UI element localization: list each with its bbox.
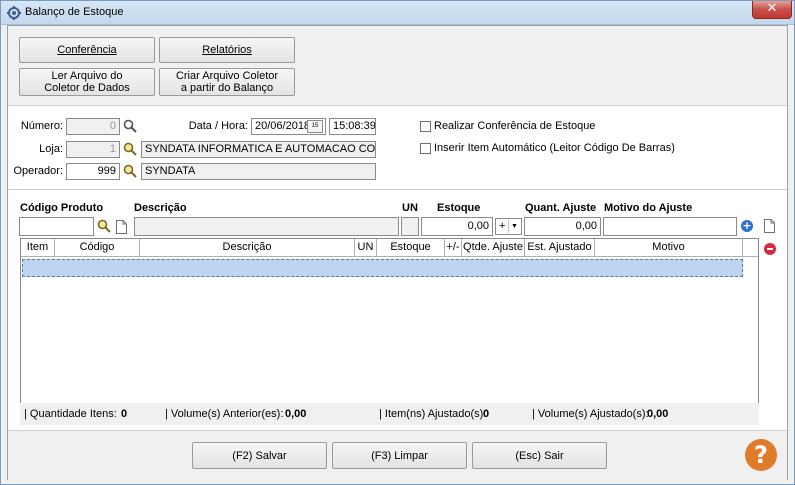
dropdown-arrow-icon: ▼ [508,220,520,233]
quantidade-itens-value: 0 [121,408,128,420]
app-icon [7,6,21,20]
criar-arquivo-label-line2: a partir do Balanço [180,82,274,94]
volume-ajustado-label: | Volume(s) Ajustado(s): [532,408,649,420]
quant-ajuste-label: Quant. Ajuste [525,202,597,214]
codigo-produto-input[interactable] [19,217,94,236]
estoque-label: Estoque [437,202,481,214]
help-icon[interactable]: ? [745,439,777,471]
status-bar: | Quantidade Itens: 0 | Volume(s) Anteri… [20,403,759,425]
relatorios-label: Relatórios [202,44,252,56]
sair-button[interactable]: (Esc) Sair [472,442,607,469]
itens-ajustados-value: 0 [483,408,490,420]
search-icon[interactable] [123,119,137,133]
date-value: 20/06/2018 [255,120,311,132]
realizar-conferencia-checkbox[interactable] [420,121,431,132]
data-hora-label: Data / Hora: [188,120,248,132]
sair-label: (Esc) Sair [515,449,564,462]
search-icon[interactable] [123,164,137,178]
search-icon[interactable] [123,142,137,156]
salvar-button[interactable]: (F2) Salvar [192,442,327,469]
operador-field[interactable]: 999 [66,163,120,180]
calendar-icon[interactable]: 15 [307,120,323,133]
volume-anterior-label: | Volume(s) Anterior(es): [165,408,284,420]
column-header-qtde-ajuste[interactable]: Qtde. Ajuste [462,239,525,257]
help-symbol: ? [754,441,768,469]
sign-value: + [499,220,506,232]
volume-ajustado-value: 0,00 [647,408,669,420]
window-content: Conferência Relatórios Ler Arquivo do Co… [7,25,788,480]
descricao-label: Descrição [134,202,187,214]
relatorios-button[interactable]: Relatórios [159,37,295,63]
footer-section: (F2) Salvar (F3) Limpar (Esc) Sair ? [8,430,787,480]
remove-icon[interactable] [764,243,776,255]
criar-arquivo-label-line1: Criar Arquivo Coletor [175,70,279,82]
close-icon: ✕ [766,1,778,16]
table-row[interactable] [22,259,743,277]
quant-ajuste-input[interactable]: 0,00 [524,217,601,236]
volume-anterior-value: 0,00 [285,408,307,420]
header-fields-section: Número: 0 Loja: 1 SYNDATA INFORMATICA E … [8,108,787,190]
column-header-codigo[interactable]: Código [55,239,140,257]
motivo-ajuste-input[interactable] [603,217,737,236]
salvar-label: (F2) Salvar [232,449,287,462]
top-actions-section: Conferência Relatórios Ler Arquivo do Co… [8,26,787,106]
numero-field[interactable]: 0 [66,118,120,135]
limpar-button[interactable]: (F3) Limpar [332,442,467,469]
column-header-motivo[interactable]: Motivo [595,239,743,257]
estoque-field: 0,00 [421,217,493,236]
inserir-automatico-checkbox[interactable] [420,143,431,154]
column-header-sign[interactable]: +/- [445,239,462,257]
window-title: Balanço de Estoque [25,6,124,18]
ler-arquivo-coletor-button[interactable]: Ler Arquivo do Coletor de Dados [19,68,155,96]
numero-label: Número: [20,120,63,132]
sign-select[interactable]: + ▼ [495,218,522,235]
title-bar: Balanço de Estoque ✕ [1,1,794,25]
loja-label: Loja: [39,143,63,155]
balanco-estoque-window: Balanço de Estoque ✕ Conferência Relatór… [0,0,795,485]
quantidade-itens-label: | Quantidade Itens: [24,408,117,420]
document-icon[interactable] [116,220,127,234]
un-field [401,217,419,236]
operador-label: Operador: [13,165,63,177]
itens-ajustados-label: | Item(ns) Ajustado(s): [379,408,487,420]
document-icon[interactable] [764,219,775,233]
grid-header: Item Código Descrição UN Estoque +/- Qtd… [21,239,758,257]
criar-arquivo-coletor-button[interactable]: Criar Arquivo Coletor a partir do Balanç… [159,68,295,96]
column-header-descricao[interactable]: Descrição [140,239,355,257]
descricao-field [134,217,399,236]
column-header-un[interactable]: UN [355,239,377,257]
calendar-day: 15 [311,123,319,129]
inserir-automatico-label: Inserir Item Automático (Leitor Código D… [434,142,675,154]
loja-name-field: SYNDATA INFORMATICA E AUTOMACAO COMER [141,141,376,158]
codigo-produto-label: Código Produto [20,202,104,214]
un-label: UN [402,202,418,214]
conferencia-button[interactable]: Conferência [19,37,155,63]
limpar-label: (F3) Limpar [371,449,428,462]
ler-arquivo-label-line1: Ler Arquivo do [51,70,123,82]
column-header-estoque[interactable]: Estoque [377,239,445,257]
add-icon[interactable]: + [741,220,753,232]
operador-name-field: SYNDATA [141,163,376,180]
items-grid[interactable]: Item Código Descrição UN Estoque +/- Qtd… [20,238,759,425]
motivo-ajuste-label: Motivo do Ajuste [604,202,693,214]
search-icon[interactable] [97,219,111,233]
column-header-item[interactable]: Item [21,239,55,257]
realizar-conferencia-label: Realizar Conferência de Estoque [434,120,596,132]
column-header-est-ajustado[interactable]: Est. Ajustado [525,239,595,257]
conferencia-label: Conferência [57,44,117,56]
ler-arquivo-label-line2: Coletor de Dados [44,82,130,94]
close-button[interactable]: ✕ [752,1,792,19]
time-field[interactable]: 15:08:39 [329,118,376,135]
loja-field[interactable]: 1 [66,141,120,158]
